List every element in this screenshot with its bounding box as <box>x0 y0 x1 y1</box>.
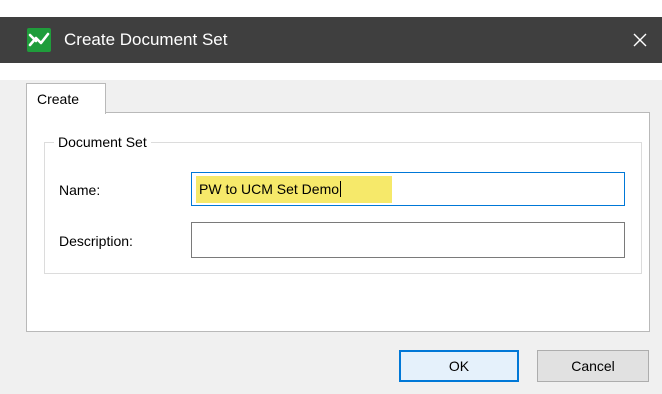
text-caret <box>340 181 342 197</box>
close-button[interactable] <box>618 17 662 63</box>
cancel-button[interactable]: Cancel <box>537 350 649 382</box>
tab-create-label: Create <box>37 91 80 107</box>
app-logo-icon <box>27 28 51 52</box>
close-icon <box>633 33 647 47</box>
name-input-text: PW to UCM Set Demo <box>199 181 340 197</box>
create-document-set-dialog: Create Document Set Create Document Set … <box>0 0 662 394</box>
title-bar-area: Create Document Set <box>0 0 662 80</box>
window-title: Create Document Set <box>64 30 228 49</box>
document-set-legend: Document Set <box>54 132 151 152</box>
name-input-value: PW to UCM Set Demo <box>199 180 342 198</box>
description-label: Description: <box>59 233 133 249</box>
ok-button[interactable]: OK <box>399 350 519 382</box>
name-label: Name: <box>59 182 101 198</box>
description-input[interactable] <box>191 222 625 258</box>
tab-create[interactable]: Create <box>26 83 106 114</box>
